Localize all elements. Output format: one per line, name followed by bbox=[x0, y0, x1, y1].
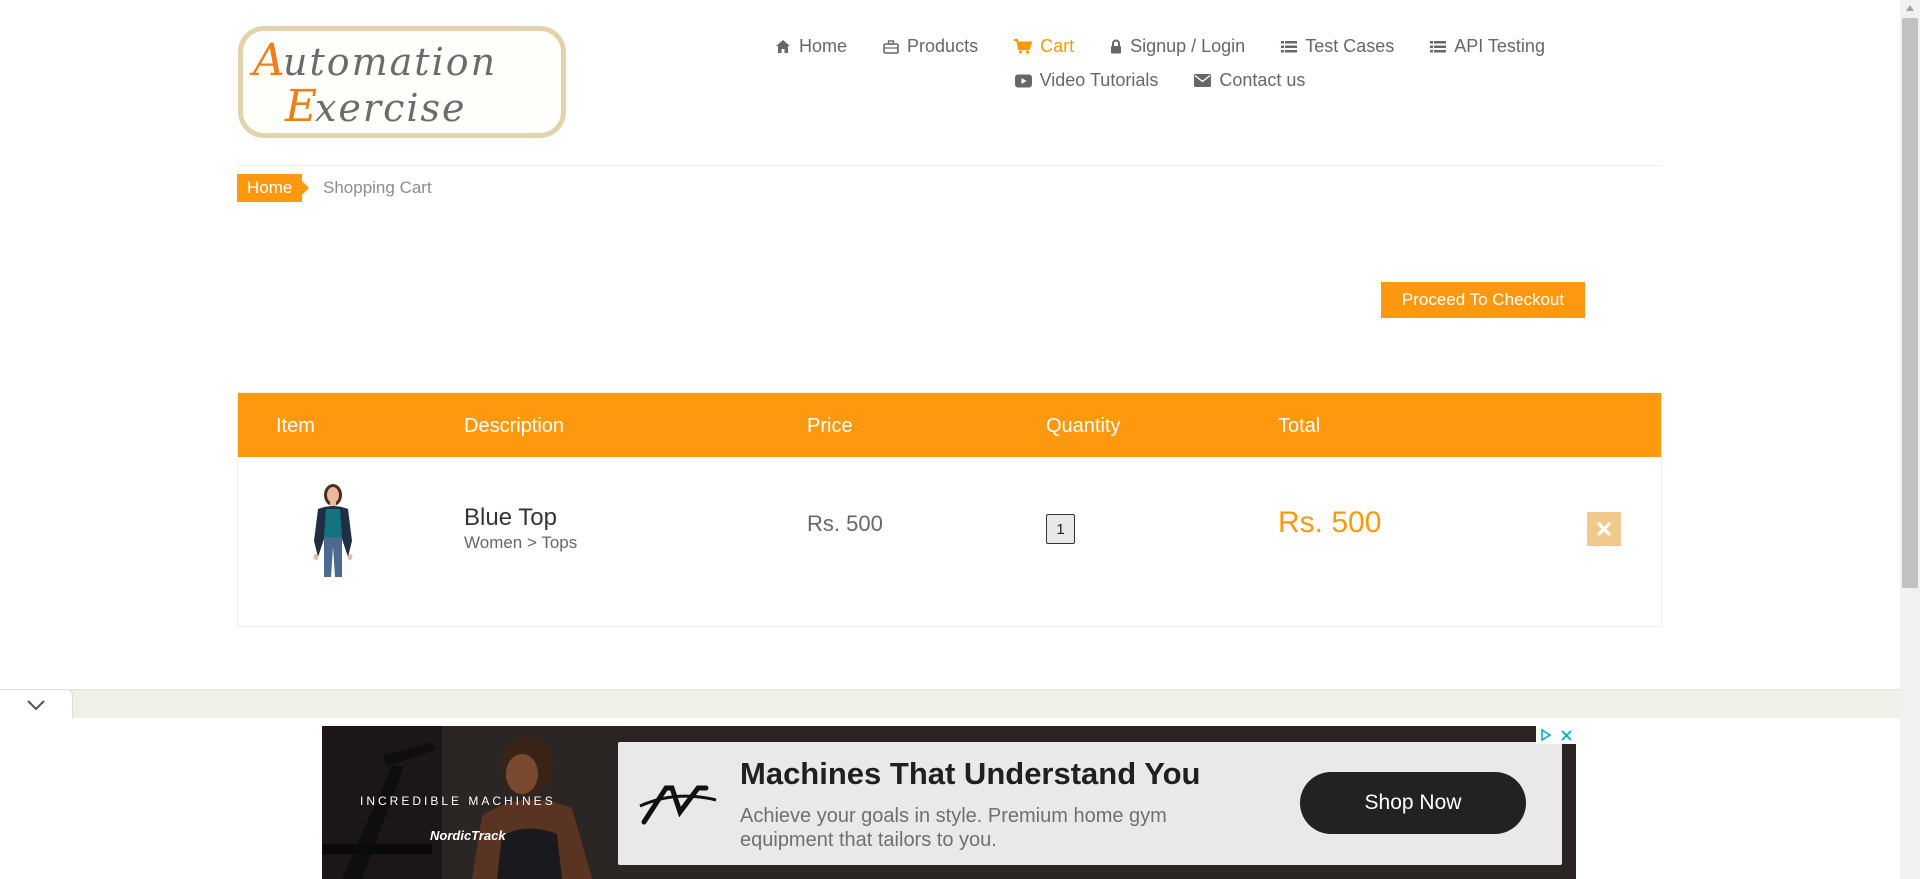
envelope-icon bbox=[1194, 74, 1212, 87]
ad-title: Machines That Understand You bbox=[740, 756, 1201, 791]
youtube-icon bbox=[1014, 74, 1032, 87]
ad-dock-bar bbox=[0, 689, 1900, 719]
delete-item-button[interactable] bbox=[1587, 512, 1621, 546]
header-quantity: Quantity bbox=[1046, 415, 1121, 437]
nav-api-testing-label: API Testing bbox=[1454, 36, 1545, 56]
ad-choices[interactable] bbox=[1536, 726, 1576, 744]
header-divider bbox=[238, 165, 1662, 166]
ad-banner[interactable]: INCREDIBLE MACHINES NordicTrack Machines… bbox=[322, 726, 1576, 879]
header-total: Total bbox=[1278, 415, 1321, 437]
briefcase-icon bbox=[883, 39, 899, 54]
nav-api-testing[interactable]: API Testing bbox=[1430, 36, 1545, 57]
close-icon bbox=[1561, 729, 1572, 741]
header-item: Item bbox=[276, 415, 315, 437]
breadcrumb-current: Shopping Cart bbox=[323, 178, 432, 197]
nav-signup-login-label: Signup / Login bbox=[1130, 36, 1246, 56]
product-image[interactable] bbox=[296, 479, 368, 579]
nav-signup-login[interactable]: Signup / Login bbox=[1110, 36, 1245, 57]
nav-cart[interactable]: Cart bbox=[1014, 36, 1074, 57]
main-nav: Home Products Cart Signup / Login Test C… bbox=[700, 36, 1620, 91]
svg-text:utomation: utomation bbox=[283, 40, 497, 84]
proceed-to-checkout-button[interactable]: Proceed To Checkout bbox=[1381, 282, 1585, 318]
list-icon bbox=[1430, 40, 1447, 52]
product-category: Women > Tops bbox=[464, 533, 578, 552]
adchoices-icon bbox=[1541, 729, 1552, 741]
ad-collapse-button[interactable] bbox=[0, 689, 73, 720]
ad-brand: NordicTrack bbox=[430, 828, 506, 843]
cart-table: Item Description Price Quantity Total Bl… bbox=[237, 392, 1662, 627]
nav-test-cases-label: Test Cases bbox=[1305, 36, 1395, 56]
nav-products-label: Products bbox=[907, 36, 979, 56]
scrollbar-thumb[interactable] bbox=[1902, 18, 1918, 588]
ad-description: Achieve your goals in style. Premium hom… bbox=[740, 805, 1167, 851]
nordictrack-logo-icon bbox=[639, 785, 717, 825]
page-scrollbar[interactable] bbox=[1900, 0, 1920, 879]
product-name-link[interactable]: Blue Top bbox=[464, 504, 557, 532]
cart-icon bbox=[1014, 39, 1033, 54]
list-icon bbox=[1281, 40, 1298, 52]
scroll-up-icon bbox=[1906, 5, 1914, 11]
nav-products[interactable]: Products bbox=[883, 36, 978, 57]
header-price: Price bbox=[807, 415, 853, 437]
product-quantity: 1 bbox=[1046, 514, 1075, 544]
logo-graphic: A utomation E xercise bbox=[249, 35, 497, 132]
nav-home[interactable]: Home bbox=[775, 36, 847, 57]
ad-card: Machines That Understand You Achieve you… bbox=[618, 742, 1562, 865]
chevron-down-icon bbox=[27, 700, 45, 711]
svg-text:xercise: xercise bbox=[315, 86, 467, 130]
nav-cart-label: Cart bbox=[1040, 36, 1075, 56]
header-description: Description bbox=[464, 415, 565, 437]
ad-tagline: INCREDIBLE MACHINES bbox=[360, 794, 556, 808]
svg-text:E: E bbox=[284, 81, 317, 132]
nav-contact-us-label: Contact us bbox=[1219, 70, 1306, 90]
product-total: Rs. 500 bbox=[1278, 506, 1382, 539]
svg-text:A: A bbox=[249, 35, 285, 86]
home-icon bbox=[776, 40, 791, 53]
close-icon bbox=[1597, 522, 1611, 536]
cart-table-header: Item Description Price Quantity Total bbox=[238, 393, 1661, 457]
nav-test-cases[interactable]: Test Cases bbox=[1281, 36, 1394, 57]
nav-video-tutorials-label: Video Tutorials bbox=[1039, 70, 1159, 90]
nav-home-label: Home bbox=[799, 36, 848, 56]
product-price: Rs. 500 bbox=[807, 511, 883, 536]
nav-contact-us[interactable]: Contact us bbox=[1194, 70, 1305, 91]
breadcrumb-home[interactable]: Home bbox=[237, 174, 310, 202]
nav-video-tutorials[interactable]: Video Tutorials bbox=[1014, 70, 1159, 91]
lock-icon bbox=[1111, 39, 1122, 54]
shop-now-button[interactable]: Shop Now bbox=[1300, 772, 1526, 834]
site-logo[interactable]: A utomation E xercise bbox=[238, 26, 566, 138]
